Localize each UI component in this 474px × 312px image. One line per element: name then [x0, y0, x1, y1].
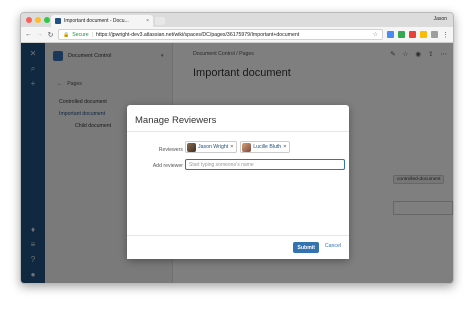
reviewer-chip: Lucille Bluth × — [240, 141, 291, 153]
submit-button[interactable]: Submit — [293, 242, 319, 253]
browser-menu-icon[interactable]: ⋮ — [442, 31, 449, 39]
url-text: https://jpwright-dev3.atlassian.net/wiki… — [96, 31, 300, 38]
reviewer-name[interactable]: Jason Wright — [198, 144, 228, 150]
reviewers-label: Reviewers — [158, 147, 183, 153]
cancel-link[interactable]: Cancel — [325, 243, 341, 249]
add-reviewer-input[interactable] — [185, 159, 345, 170]
tab-close-icon[interactable]: × — [146, 18, 149, 24]
dialog-footer: Submit Cancel — [127, 235, 349, 259]
extension-icon[interactable] — [398, 31, 405, 38]
add-reviewer-label: Add reviewer — [152, 163, 183, 169]
extension-icon[interactable] — [420, 31, 427, 38]
remove-reviewer-icon[interactable]: × — [283, 144, 286, 150]
manage-reviewers-dialog: Manage Reviewers Reviewers Jason Wright … — [127, 105, 349, 259]
reviewer-name[interactable]: Lucille Bluth — [253, 144, 281, 150]
avatar — [187, 142, 196, 152]
browser-toolbar: ← → ↻ 🔒 Secure | https://jpwright-dev3.a… — [21, 27, 453, 43]
reviewer-chips: Jason Wright × Lucille Bluth × — [185, 141, 291, 153]
address-separator: | — [91, 31, 94, 38]
extension-icon[interactable] — [409, 31, 416, 38]
extension-icon[interactable] — [387, 31, 394, 38]
new-tab-button[interactable] — [155, 17, 165, 25]
address-bar[interactable]: 🔒 Secure | https://jpwright-dev3.atlassi… — [58, 29, 383, 40]
dialog-title: Manage Reviewers — [135, 115, 217, 126]
browser-window: Important document - Docu... × Jason ← →… — [20, 12, 454, 284]
remove-reviewer-icon[interactable]: × — [230, 144, 233, 150]
bookmark-star-icon[interactable]: ☆ — [373, 31, 378, 38]
back-icon[interactable]: ← — [25, 31, 32, 38]
profile-name[interactable]: Jason — [434, 16, 447, 22]
minimize-window-button[interactable] — [35, 17, 41, 23]
extension-icon[interactable] — [431, 31, 438, 38]
dialog-divider — [127, 131, 349, 132]
confluence-app: ✕ ⌕ + ♦ ≡ ? ● Document Control ▾ ← Pages… — [21, 43, 453, 283]
forward-icon[interactable]: → — [36, 31, 43, 38]
maximize-window-button[interactable] — [44, 17, 50, 23]
reload-icon[interactable]: ↻ — [47, 31, 54, 39]
browser-tab[interactable]: Important document - Docu... × — [51, 15, 153, 27]
lock-icon: 🔒 — [63, 31, 70, 38]
confluence-favicon-icon — [55, 18, 61, 24]
close-window-button[interactable] — [26, 17, 32, 23]
secure-label: Secure — [72, 31, 89, 38]
reviewer-chip: Jason Wright × — [185, 141, 238, 153]
window-controls — [26, 17, 50, 23]
tab-title: Important document - Docu... — [64, 18, 129, 24]
avatar — [242, 142, 252, 152]
tab-strip: Important document - Docu... × Jason — [21, 13, 453, 27]
